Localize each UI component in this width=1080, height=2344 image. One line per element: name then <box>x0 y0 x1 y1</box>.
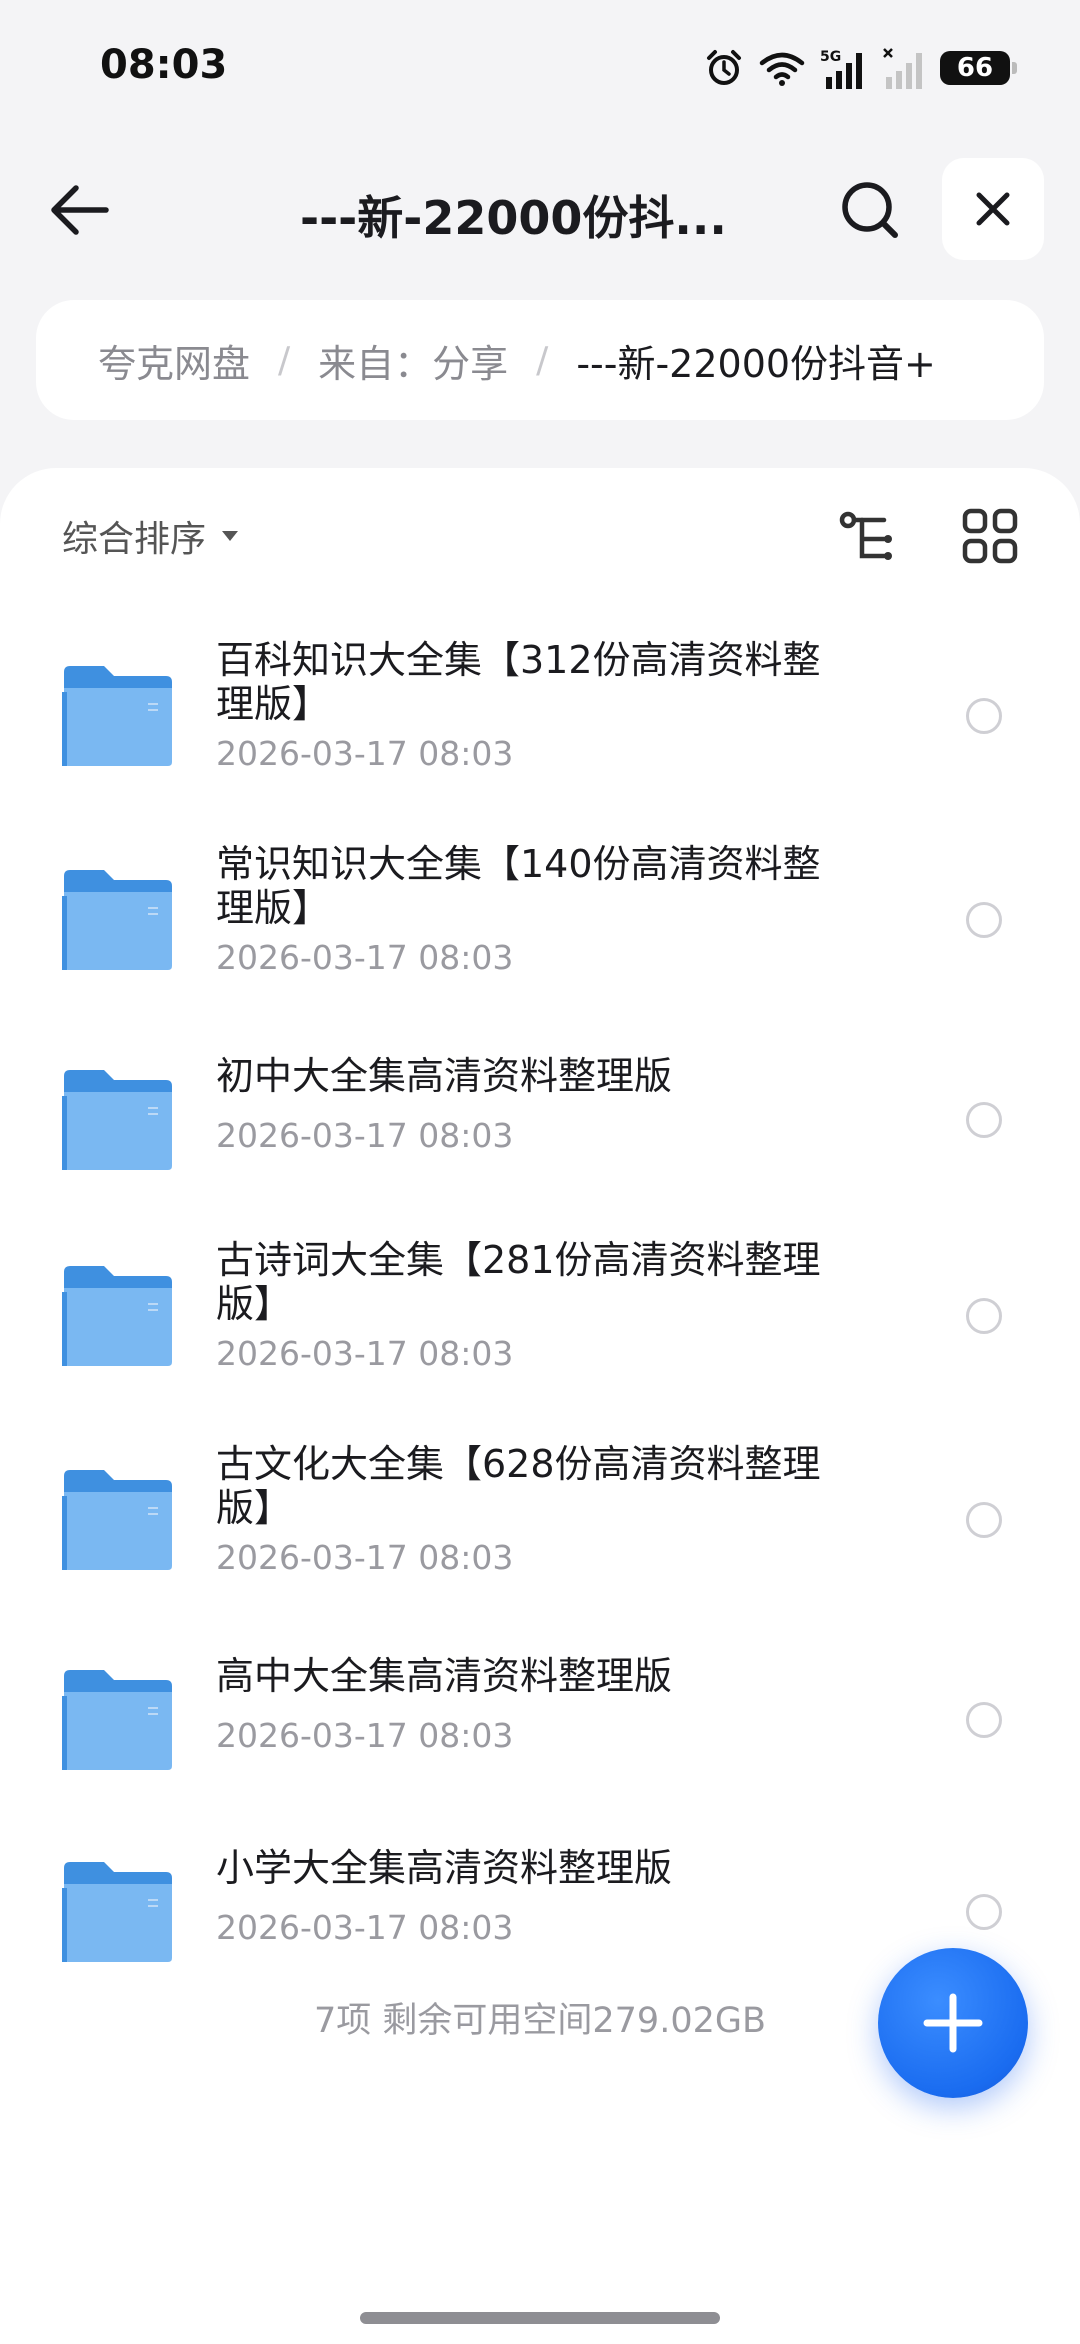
search-icon <box>842 182 898 238</box>
select-checkbox[interactable] <box>966 1298 1002 1334</box>
file-name: 百科知识大全集【312份高清资料整理版】 <box>216 638 821 726</box>
file-name: 常识知识大全集【140份高清资料整理版】 <box>216 842 821 930</box>
file-date: 2026-03-17 08:03 <box>216 1716 514 1755</box>
file-name: 高中大全集高清资料整理版 <box>216 1654 673 1698</box>
file-date: 2026-03-17 08:03 <box>216 734 514 773</box>
grid-view-icon <box>962 508 1018 564</box>
file-date: 2026-03-17 08:03 <box>216 1334 514 1373</box>
file-date: 2026-03-17 08:03 <box>216 1116 514 1155</box>
file-item[interactable]: 百科知识大全集【312份高清资料整理版】 2026-03-17 08:03 <box>0 628 1080 798</box>
folder-icon <box>62 1860 176 1964</box>
home-indicator <box>360 2312 720 2324</box>
breadcrumb-separator: / <box>536 339 549 381</box>
select-checkbox[interactable] <box>966 1102 1002 1138</box>
file-date: 2026-03-17 08:03 <box>216 1538 514 1577</box>
file-item[interactable]: 古诗词大全集【281份高清资料整理版】 2026-03-17 08:03 <box>0 1228 1080 1398</box>
tree-view-button[interactable] <box>836 508 898 570</box>
folder-icon <box>62 1668 176 1772</box>
select-checkbox[interactable] <box>966 902 1002 938</box>
arrow-left-icon <box>51 185 109 235</box>
sort-button[interactable]: 综合排序 <box>62 510 240 562</box>
file-date: 2026-03-17 08:03 <box>216 1908 514 1947</box>
network-label: 5G <box>820 49 841 65</box>
back-button[interactable] <box>40 170 120 250</box>
select-checkbox[interactable] <box>966 698 1002 734</box>
search-button[interactable] <box>830 170 910 250</box>
status-bar: 08:03 5G 66 <box>0 0 1080 130</box>
breadcrumb-item-current: ---新-22000份抖音+ <box>576 341 936 386</box>
sort-label: 综合排序 <box>62 519 207 560</box>
file-name: 初中大全集高清资料整理版 <box>216 1054 673 1098</box>
caret-down-icon <box>222 531 239 541</box>
page-title: ---新-22000份抖... <box>300 191 727 245</box>
alarm-icon <box>707 50 741 85</box>
folder-icon <box>62 1068 176 1172</box>
toolbar: 综合排序 <box>0 468 1080 598</box>
header: ---新-22000份抖... <box>0 150 1080 270</box>
signal-5g-icon: 5G <box>820 49 862 89</box>
breadcrumb-separator: / <box>278 339 291 381</box>
tree-view-icon <box>839 511 892 560</box>
signal-secondary-icon <box>883 48 922 89</box>
select-checkbox[interactable] <box>966 1702 1002 1738</box>
folder-icon <box>62 1264 176 1368</box>
select-checkbox[interactable] <box>966 1502 1002 1538</box>
grid-view-button[interactable] <box>962 508 1018 564</box>
close-button[interactable] <box>942 158 1044 260</box>
folder-icon <box>62 664 176 768</box>
add-button[interactable] <box>878 1948 1028 2098</box>
select-checkbox[interactable] <box>966 1894 1002 1930</box>
file-item[interactable]: 初中大全集高清资料整理版 2026-03-17 08:03 <box>0 1030 1080 1200</box>
breadcrumb-item-root[interactable]: 夸克网盘 <box>98 333 250 388</box>
breadcrumb: 夸克网盘 / 来自：分享 / ---新-22000份抖音+ <box>36 300 1044 420</box>
breadcrumb-item-share[interactable]: 来自：分享 <box>318 333 508 388</box>
status-time: 08:03 <box>100 42 228 88</box>
file-name: 小学大全集高清资料整理版 <box>216 1846 673 1890</box>
file-date: 2026-03-17 08:03 <box>216 938 514 977</box>
wifi-icon <box>759 52 805 86</box>
folder-icon <box>62 868 176 972</box>
status-icons: 5G 66 <box>690 46 1017 90</box>
file-name: 古诗词大全集【281份高清资料整理版】 <box>216 1238 821 1326</box>
plus-icon <box>923 1993 983 2053</box>
close-icon <box>976 192 1010 226</box>
battery-indicator: 66 <box>940 51 1017 85</box>
file-item[interactable]: 古文化大全集【628份高清资料整理版】 2026-03-17 08:03 <box>0 1432 1080 1602</box>
file-name: 古文化大全集【628份高清资料整理版】 <box>216 1442 821 1530</box>
folder-icon <box>62 1468 176 1572</box>
file-item[interactable]: 常识知识大全集【140份高清资料整理版】 2026-03-17 08:03 <box>0 832 1080 1002</box>
file-item[interactable]: 高中大全集高清资料整理版 2026-03-17 08:03 <box>0 1630 1080 1800</box>
